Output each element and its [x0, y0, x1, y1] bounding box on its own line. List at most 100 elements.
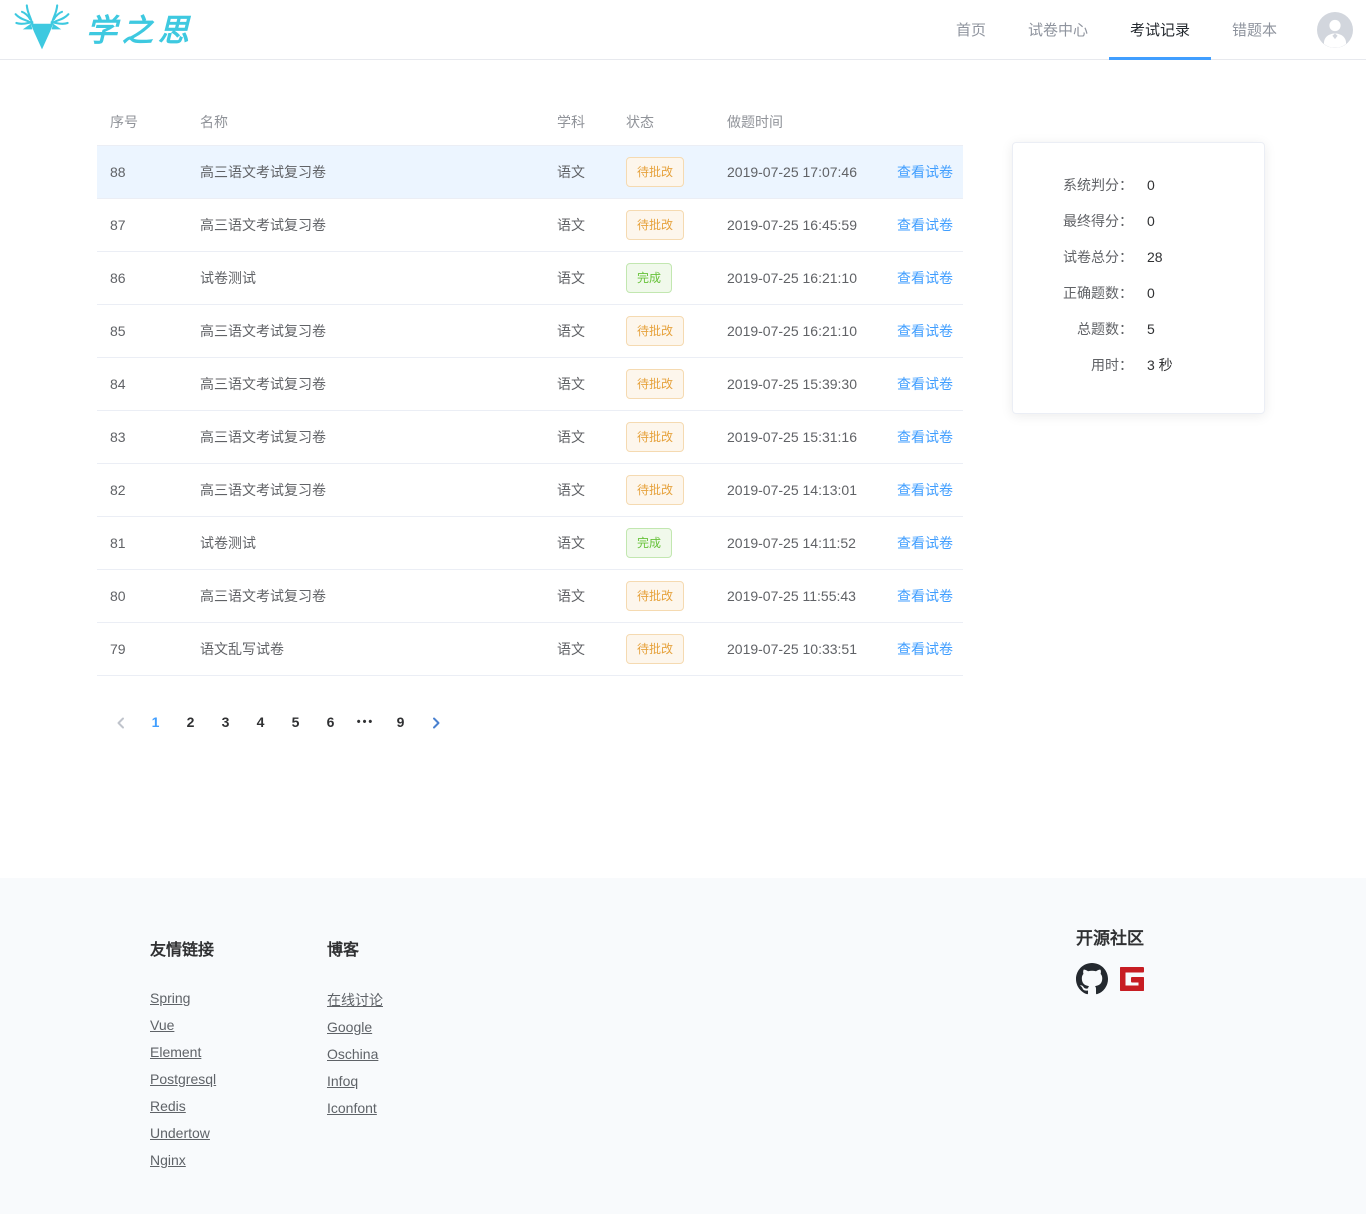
pagination-page-button[interactable]: 5: [280, 708, 312, 736]
page-number: 5: [292, 714, 300, 730]
cell-action: 查看试卷: [897, 321, 963, 341]
footer-link[interactable]: Element: [150, 1044, 201, 1060]
view-exam-link[interactable]: 查看试卷: [897, 270, 953, 286]
brand-logo[interactable]: 学之思: [6, 0, 194, 59]
stat-row: 系统判分： 0: [1033, 167, 1244, 203]
cell-id: 85: [110, 323, 200, 339]
chevron-left-icon: [116, 717, 126, 727]
cell-action: 查看试卷: [897, 215, 963, 235]
cell-exam-name: 语文乱写试卷: [200, 639, 557, 659]
cell-status: 待批改: [626, 316, 727, 346]
footer-community-column: 开源社区: [1076, 924, 1148, 1179]
pagination-page-button[interactable]: 1: [140, 708, 172, 736]
cell-exam-name: 高三语文考试复习卷: [200, 427, 557, 447]
view-exam-link[interactable]: 查看试卷: [897, 482, 953, 498]
score-summary-card: 系统判分： 0 最终得分： 0 试卷总分： 28 正确题数： 0 总题数： 5: [1012, 142, 1265, 414]
footer-blog-link[interactable]: Oschina: [327, 1046, 378, 1062]
cell-action: 查看试卷: [897, 480, 963, 500]
stat-row: 总题数： 5: [1033, 311, 1244, 347]
footer-blog-link[interactable]: Infoq: [327, 1073, 358, 1089]
stat-row: 正确题数： 0: [1033, 275, 1244, 311]
table-row: 87 高三语文考试复习卷 语文 待批改 2019-07-25 16:45:59 …: [97, 199, 963, 252]
cell-status: 待批改: [626, 422, 727, 452]
pagination-page-button[interactable]: 4: [245, 708, 277, 736]
footer-blog-link[interactable]: Google: [327, 1019, 372, 1035]
exam-records-table: 序号 名称 学科 状态 做题时间 88 高三语文考试复习卷 语文 待批改: [97, 98, 963, 676]
nav-item[interactable]: 错题本: [1211, 0, 1298, 59]
table-row: 88 高三语文考试复习卷 语文 待批改 2019-07-25 17:07:46 …: [97, 146, 963, 199]
view-exam-link[interactable]: 查看试卷: [897, 641, 953, 657]
cell-time: 2019-07-25 11:55:43: [727, 588, 897, 604]
footer-blog-link[interactable]: 在线讨论: [327, 992, 383, 1008]
nav-item[interactable]: 首页: [935, 0, 1007, 59]
pagination-page-button[interactable]: 3: [210, 708, 242, 736]
pagination-page-button[interactable]: 2: [175, 708, 207, 736]
view-exam-link[interactable]: 查看试卷: [897, 588, 953, 604]
cell-time: 2019-07-25 16:45:59: [727, 217, 897, 233]
cell-status: 待批改: [626, 475, 727, 505]
stat-row: 最终得分： 0: [1033, 203, 1244, 239]
stat-value: 0: [1147, 177, 1155, 193]
cell-status: 完成: [626, 528, 727, 558]
table-row: 83 高三语文考试复习卷 语文 待批改 2019-07-25 15:31:16 …: [97, 411, 963, 464]
col-header-time: 做题时间: [727, 112, 897, 132]
cell-time: 2019-07-25 10:33:51: [727, 641, 897, 657]
cell-action: 查看试卷: [897, 586, 963, 606]
pagination-page-button[interactable]: •••: [350, 708, 382, 736]
footer-link-item: Element: [150, 1044, 327, 1062]
footer-link[interactable]: Nginx: [150, 1152, 186, 1168]
user-avatar[interactable]: [1316, 0, 1354, 59]
stat-label: 系统判分：: [1033, 175, 1133, 195]
cell-exam-name: 高三语文考试复习卷: [200, 321, 557, 341]
status-badge: 待批改: [626, 581, 684, 611]
stat-value: 28: [1147, 249, 1163, 265]
footer-link-item: Nginx: [150, 1152, 327, 1170]
page-number: •••: [357, 716, 375, 728]
nav-item[interactable]: 考试记录: [1109, 0, 1211, 59]
view-exam-link[interactable]: 查看试卷: [897, 323, 953, 339]
gitee-icon[interactable]: [1116, 963, 1148, 995]
cell-exam-name: 高三语文考试复习卷: [200, 215, 557, 235]
nav-item[interactable]: 试卷中心: [1007, 0, 1109, 59]
pagination-page-button[interactable]: 9: [385, 708, 417, 736]
footer-link[interactable]: Undertow: [150, 1125, 210, 1141]
footer-link-item: Vue: [150, 1017, 327, 1035]
view-exam-link[interactable]: 查看试卷: [897, 535, 953, 551]
table-row: 81 试卷测试 语文 完成 2019-07-25 14:11:52 查看试卷: [97, 517, 963, 570]
view-exam-link[interactable]: 查看试卷: [897, 217, 953, 233]
table-header: 序号 名称 学科 状态 做题时间: [97, 98, 963, 146]
github-icon[interactable]: [1076, 963, 1108, 995]
footer-link[interactable]: Vue: [150, 1017, 174, 1033]
cell-action: 查看试卷: [897, 162, 963, 182]
cell-exam-name: 高三语文考试复习卷: [200, 374, 557, 394]
pagination-page-button[interactable]: 6: [315, 708, 347, 736]
avatar-icon: [1316, 11, 1354, 49]
footer-link[interactable]: Redis: [150, 1098, 186, 1114]
pagination-prev-button[interactable]: [105, 708, 137, 736]
cell-time: 2019-07-25 14:13:01: [727, 482, 897, 498]
status-badge: 待批改: [626, 422, 684, 452]
cell-exam-name: 高三语文考试复习卷: [200, 586, 557, 606]
stat-value: 5: [1147, 321, 1155, 337]
footer-link-item: Spring: [150, 990, 327, 1008]
status-badge: 待批改: [626, 634, 684, 664]
stat-label: 总题数：: [1033, 319, 1133, 339]
footer-links-column: 友情链接 Spring Vue Element Postgresql Redis…: [150, 936, 327, 1179]
page-number: 6: [327, 714, 335, 730]
footer-link-item: Postgresql: [150, 1071, 327, 1089]
page-number: 3: [222, 714, 230, 730]
cell-subject: 语文: [557, 480, 626, 500]
view-exam-link[interactable]: 查看试卷: [897, 429, 953, 445]
cell-exam-name: 高三语文考试复习卷: [200, 162, 557, 182]
view-exam-link[interactable]: 查看试卷: [897, 164, 953, 180]
stat-value: 0: [1147, 285, 1155, 301]
view-exam-link[interactable]: 查看试卷: [897, 376, 953, 392]
pagination-next-button[interactable]: [420, 708, 452, 736]
cell-exam-name: 试卷测试: [200, 268, 557, 288]
footer-link[interactable]: Spring: [150, 990, 190, 1006]
stat-row: 用时： 3 秒: [1033, 347, 1244, 383]
footer-link[interactable]: Postgresql: [150, 1071, 216, 1087]
cell-status: 待批改: [626, 634, 727, 664]
footer-blog-link[interactable]: Iconfont: [327, 1100, 377, 1116]
cell-id: 87: [110, 217, 200, 233]
